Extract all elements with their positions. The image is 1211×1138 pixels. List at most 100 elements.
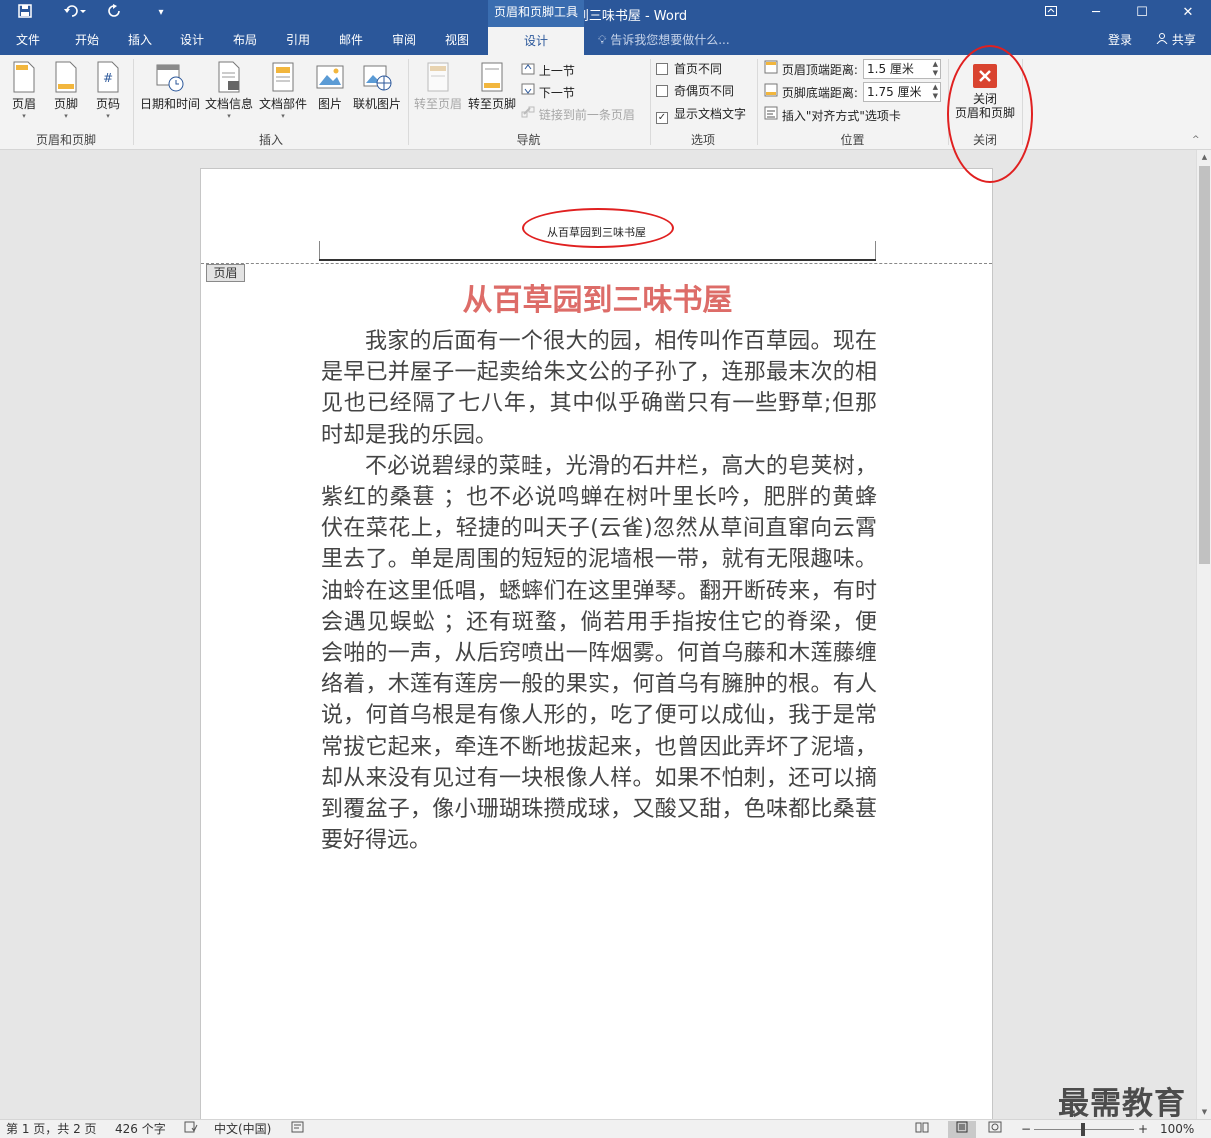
checkbox-unchecked	[656, 63, 668, 75]
group-label-position: 位置	[840, 133, 865, 147]
group-label-navigation: 导航	[516, 133, 541, 147]
goto-footer-icon	[481, 62, 503, 92]
zoom-out-icon[interactable]: −	[1021, 1121, 1031, 1138]
page-count[interactable]: 第 1 页，共 2 页	[6, 1121, 97, 1138]
document-info-button[interactable]: 文档信息 ▾	[203, 61, 255, 120]
customize-quick-access-icon[interactable]: ▾	[153, 3, 169, 23]
previous-section-button[interactable]: 上一节	[521, 61, 575, 79]
tab-view[interactable]: 视图	[431, 27, 483, 55]
goto-header-icon	[427, 62, 449, 92]
footer-from-bottom-label: 页脚底端距离:	[764, 83, 858, 101]
tab-review[interactable]: 审阅	[378, 27, 430, 55]
footer-position-icon	[764, 83, 778, 100]
header-from-top-spinner[interactable]: 1.5 厘米 ▲ ▼	[863, 59, 941, 79]
paragraph[interactable]: 我家的后面有一个很大的园，相传叫作百草园。现在是早已并屋子一起卖给朱文公的子孙了…	[321, 326, 877, 451]
spinner-arrows-icon[interactable]: ▲ ▼	[933, 83, 938, 101]
zoom-slider-thumb[interactable]	[1081, 1123, 1085, 1136]
annotation-circle-header	[522, 208, 674, 248]
document-title[interactable]: 从百草园到三味书屋	[319, 275, 876, 319]
lightbulb-icon: 💡︎	[598, 33, 607, 47]
print-layout-icon[interactable]	[948, 1121, 976, 1138]
language[interactable]: 中文(中国)	[214, 1121, 271, 1138]
header-button[interactable]: 页眉 ▾	[6, 61, 42, 120]
group-label-insert: 插入	[258, 133, 283, 147]
link-to-previous-button[interactable]: 链接到前一条页眉	[521, 105, 635, 123]
tab-references[interactable]: 引用	[272, 27, 324, 55]
next-section-button[interactable]: 下一节	[521, 83, 575, 101]
picture-button[interactable]: 图片	[312, 61, 348, 112]
svg-text:#: #	[103, 71, 113, 85]
contextual-tools-label: 页眉和页脚工具	[488, 0, 584, 27]
tab-home[interactable]: 开始	[60, 27, 114, 55]
spinner-arrows-icon[interactable]: ▲ ▼	[933, 60, 938, 78]
minimize-icon[interactable]: ─	[1073, 0, 1119, 27]
zoom-level[interactable]: 100%	[1160, 1121, 1194, 1138]
vertical-scrollbar[interactable]: ▲ ▼	[1196, 150, 1211, 1119]
tab-layout[interactable]: 布局	[219, 27, 271, 55]
alignment-tab-icon	[764, 106, 778, 123]
maximize-icon[interactable]: ☐	[1119, 0, 1165, 27]
macro-icon[interactable]	[291, 1121, 305, 1138]
crop-mark	[319, 241, 320, 261]
footer-page-icon	[55, 61, 77, 93]
paragraph[interactable]: 不必说碧绿的菜畦，光滑的石井栏，高大的皂荚树，紫红的桑葚 ；也不必说鸣蝉在树叶里…	[321, 451, 877, 857]
different-first-page-checkbox[interactable]: 首页不同	[656, 60, 722, 78]
online-pictures-button[interactable]: 联机图片	[350, 61, 404, 112]
save-icon[interactable]	[14, 3, 36, 23]
page-number-icon: #	[97, 61, 119, 93]
document-body[interactable]: 我家的后面有一个很大的园，相传叫作百草园。现在是早已并屋子一起卖给朱文公的子孙了…	[321, 326, 877, 856]
date-time-button[interactable]: 日期和时间	[138, 61, 202, 112]
share-button[interactable]: 共享	[1143, 27, 1209, 55]
document-info-icon	[218, 61, 240, 93]
header-position-icon	[764, 60, 778, 77]
header-from-top-label: 页眉顶端距离:	[764, 60, 858, 78]
document-canvas: 从百草园到三味书屋 页眉 从百草园到三味书屋 我家的后面有一个很大的园，相传叫作…	[0, 150, 1196, 1128]
show-document-text-checkbox[interactable]: ✓ 显示文档文字	[656, 105, 746, 124]
watermark: 最需教育	[1058, 1086, 1186, 1122]
header-page-icon	[13, 61, 35, 93]
title-bar: ▾ 从百草园到三味书屋 - Word 页眉和页脚工具 ─ ☐ ✕	[0, 0, 1211, 27]
quick-parts-icon	[272, 62, 294, 92]
group-label-options: 选项	[690, 133, 715, 147]
tab-file[interactable]: 文件	[0, 27, 56, 55]
different-odd-even-checkbox[interactable]: 奇偶页不同	[656, 82, 734, 100]
tell-me-placeholder: 告诉我您想要做什么...	[610, 33, 730, 47]
page-number-button[interactable]: # 页码 ▾	[90, 61, 126, 120]
zoom-in-icon[interactable]: +	[1138, 1121, 1148, 1138]
footer-button[interactable]: 页脚 ▾	[48, 61, 84, 120]
header-from-top-value: 1.5 厘米	[867, 62, 914, 76]
footer-from-bottom-spinner[interactable]: 1.75 厘米 ▲ ▼	[863, 82, 941, 102]
scroll-down-icon[interactable]: ▼	[1197, 1105, 1211, 1119]
collapse-ribbon-icon[interactable]: ^	[1192, 135, 1200, 145]
quick-parts-button[interactable]: 文档部件 ▾	[256, 61, 310, 120]
tab-mailings[interactable]: 邮件	[325, 27, 377, 55]
web-layout-icon[interactable]	[988, 1121, 1002, 1138]
annotation-circle-close	[947, 45, 1033, 183]
checkbox-unchecked	[656, 85, 668, 97]
scrollbar-thumb[interactable]	[1199, 166, 1210, 564]
proofing-icon[interactable]	[184, 1121, 198, 1138]
tab-insert[interactable]: 插入	[114, 27, 166, 55]
group-divider	[133, 59, 134, 145]
tell-me-search[interactable]: 💡︎ 告诉我您想要做什么...	[598, 27, 730, 55]
redo-icon[interactable]	[104, 3, 126, 23]
header-underline	[319, 259, 876, 261]
login-link[interactable]: 登录	[1108, 27, 1132, 54]
next-section-icon	[521, 83, 535, 100]
read-mode-icon[interactable]	[915, 1121, 929, 1138]
link-icon	[521, 106, 535, 122]
goto-header-button[interactable]: 转至页眉	[412, 61, 464, 112]
insert-alignment-tab-button[interactable]: 插入"对齐方式"选项卡	[764, 106, 901, 124]
word-count[interactable]: 426 个字	[115, 1121, 166, 1138]
status-bar: 第 1 页，共 2 页 426 个字 中文(中国) − + 100%	[0, 1119, 1211, 1138]
goto-footer-button[interactable]: 转至页脚	[466, 61, 518, 112]
undo-icon[interactable]	[58, 3, 92, 23]
tab-design[interactable]: 设计	[166, 27, 218, 55]
tab-header-footer-design[interactable]: 设计	[488, 27, 584, 55]
crop-mark	[875, 241, 876, 261]
scroll-up-icon[interactable]: ▲	[1197, 150, 1211, 164]
ribbon-display-options-icon[interactable]	[1028, 0, 1074, 27]
document-page: 从百草园到三味书屋 页眉 从百草园到三味书屋 我家的后面有一个很大的园，相传叫作…	[200, 168, 993, 1128]
ribbon-tabs: 文件 开始 插入 设计 布局 引用 邮件 审阅 视图 设计 💡︎ 告诉我您想要做…	[0, 27, 1211, 55]
close-window-icon[interactable]: ✕	[1165, 0, 1211, 27]
